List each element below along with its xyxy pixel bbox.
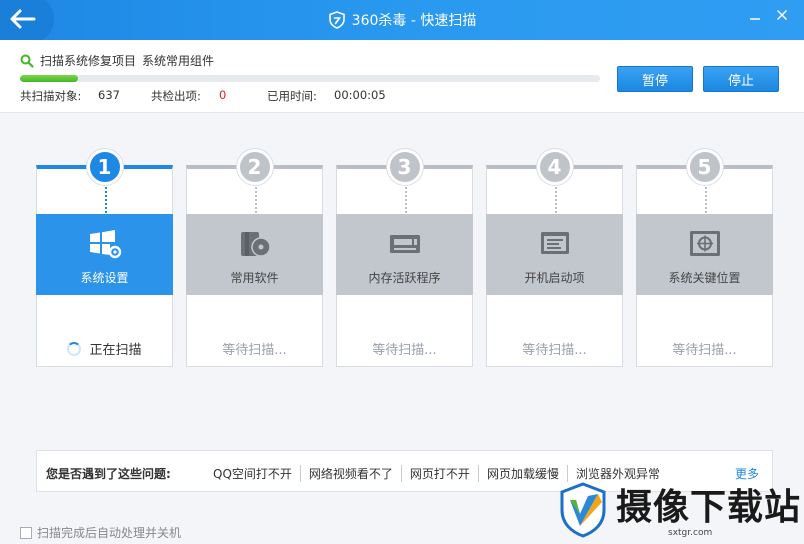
step-state: 等待扫描... [522, 343, 587, 358]
close-icon [776, 9, 788, 21]
step-connector [104, 187, 107, 213]
progress-fill [20, 75, 78, 82]
step-tile: 系统设置 [36, 214, 173, 295]
watermark-logo-icon [560, 482, 606, 538]
watermark: 摄像下载站 sxtgr.com [556, 476, 804, 544]
step-connector [554, 187, 557, 213]
scan-status-panel: 扫描系统修复项目 系统常用组件 共扫描对象: 637 共检出项: 0 已用时间:… [0, 40, 804, 113]
search-icon [20, 54, 34, 68]
scan-steps: 1 系统设置 正在扫描 2 常用软件 等待扫描... 3 内存活跃程序 等待扫描… [36, 149, 776, 368]
step-state: 等待扫描... [222, 343, 287, 358]
arrow-left-icon [10, 9, 36, 29]
step-key-locations: 5 系统关键位置 等待扫描... [636, 149, 773, 367]
problem-link-video[interactable]: 网络视频看不了 [301, 465, 402, 482]
scan-item: 扫描系统修复项目 [40, 54, 137, 68]
minimize-button[interactable] [744, 6, 766, 24]
app-window: 360杀毒 - 快速扫描 扫描系统修复项目 系统常用组件 共扫描对象: 637 … [0, 0, 804, 544]
step-startup-items: 4 开机启动项 等待扫描... [486, 149, 623, 367]
scanned-label: 共扫描对象: [20, 89, 82, 103]
stop-button[interactable]: 停止 [703, 66, 779, 92]
step-number: 4 [536, 149, 573, 185]
auto-shutdown-checkbox[interactable] [20, 526, 32, 539]
step-tile: 内存活跃程序 [336, 214, 473, 295]
back-button[interactable] [0, 0, 54, 44]
current-scan-line: 扫描系统修复项目 系统常用组件 [20, 52, 214, 69]
step-tile: 系统关键位置 [636, 214, 773, 295]
auto-shutdown-option[interactable]: 扫描完成后自动处理并关机 [20, 524, 181, 541]
step-label: 内存活跃程序 [368, 271, 441, 285]
scan-subitem: 系统常用组件 [142, 54, 215, 68]
step-label: 常用软件 [230, 271, 279, 285]
time-value: 00:00:05 [334, 88, 386, 102]
problem-link-page-slow[interactable]: 网页加载缓慢 [479, 465, 568, 482]
pause-button[interactable]: 暂停 [617, 66, 693, 92]
problems-question: 您是否遇到了这些问题: [46, 467, 171, 481]
loading-spinner-icon [67, 342, 82, 356]
shield-icon [328, 11, 345, 29]
step-common-software: 2 常用软件 等待扫描... [186, 149, 323, 367]
close-button[interactable] [771, 6, 793, 24]
step-number: 3 [386, 149, 423, 185]
step-number: 2 [236, 149, 273, 185]
found-label: 共检出项: [151, 89, 201, 103]
scanned-value: 637 [98, 88, 120, 102]
startup-screen-icon [540, 232, 569, 254]
step-number: 5 [686, 149, 723, 185]
step-state-text: 正在扫描 [89, 343, 142, 358]
step-connector [254, 187, 257, 213]
auto-shutdown-label: 扫描完成后自动处理并关机 [37, 526, 182, 540]
step-state: 等待扫描... [672, 343, 737, 358]
watermark-url: sxtgr.com [668, 528, 713, 538]
step-label: 系统关键位置 [668, 271, 741, 285]
windows-gear-icon [89, 230, 121, 259]
time-label: 已用时间: [267, 89, 317, 103]
problem-link-qzone[interactable]: QQ空间打不开 [205, 465, 301, 482]
step-number: 1 [86, 149, 123, 185]
step-memory-programs: 3 内存活跃程序 等待扫描... [336, 149, 473, 367]
target-location-icon [689, 231, 720, 256]
scan-progress-bar [20, 75, 600, 82]
step-label: 开机启动项 [524, 271, 585, 285]
step-state: 等待扫描... [372, 343, 437, 358]
memory-chip-icon [389, 235, 420, 253]
step-label: 系统设置 [80, 271, 129, 285]
software-disc-icon [240, 232, 271, 257]
watermark-text: 摄像下载站 [616, 486, 802, 528]
window-title: 360杀毒 - 快速扫描 [351, 13, 477, 29]
step-tile: 常用软件 [186, 214, 323, 295]
found-value: 0 [219, 88, 227, 102]
step-connector [404, 187, 407, 213]
minimize-icon [750, 18, 760, 20]
title-bar: 360杀毒 - 快速扫描 [0, 0, 804, 44]
step-tile: 开机启动项 [486, 214, 623, 295]
step-system-settings: 1 系统设置 正在扫描 [36, 149, 173, 367]
problem-link-page-open[interactable]: 网页打不开 [402, 465, 479, 482]
step-state: 正在扫描 [37, 339, 172, 358]
step-connector [704, 187, 707, 213]
